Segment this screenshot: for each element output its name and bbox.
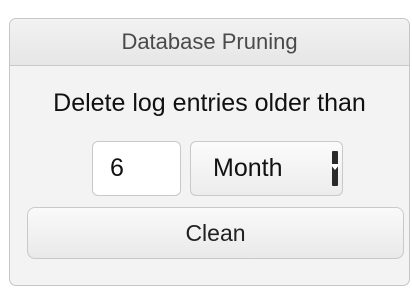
- prune-description: Delete log entries older than: [53, 89, 366, 117]
- database-pruning-panel: Database Pruning Delete log entries olde…: [9, 18, 410, 286]
- dropdown-arrow-icon: [330, 151, 340, 186]
- age-unit-select[interactable]: Month: [190, 141, 343, 196]
- clean-button[interactable]: Clean: [27, 207, 404, 259]
- age-value-input[interactable]: [92, 141, 181, 196]
- panel-title: Database Pruning: [10, 19, 409, 66]
- age-unit-selected: Month: [213, 154, 283, 182]
